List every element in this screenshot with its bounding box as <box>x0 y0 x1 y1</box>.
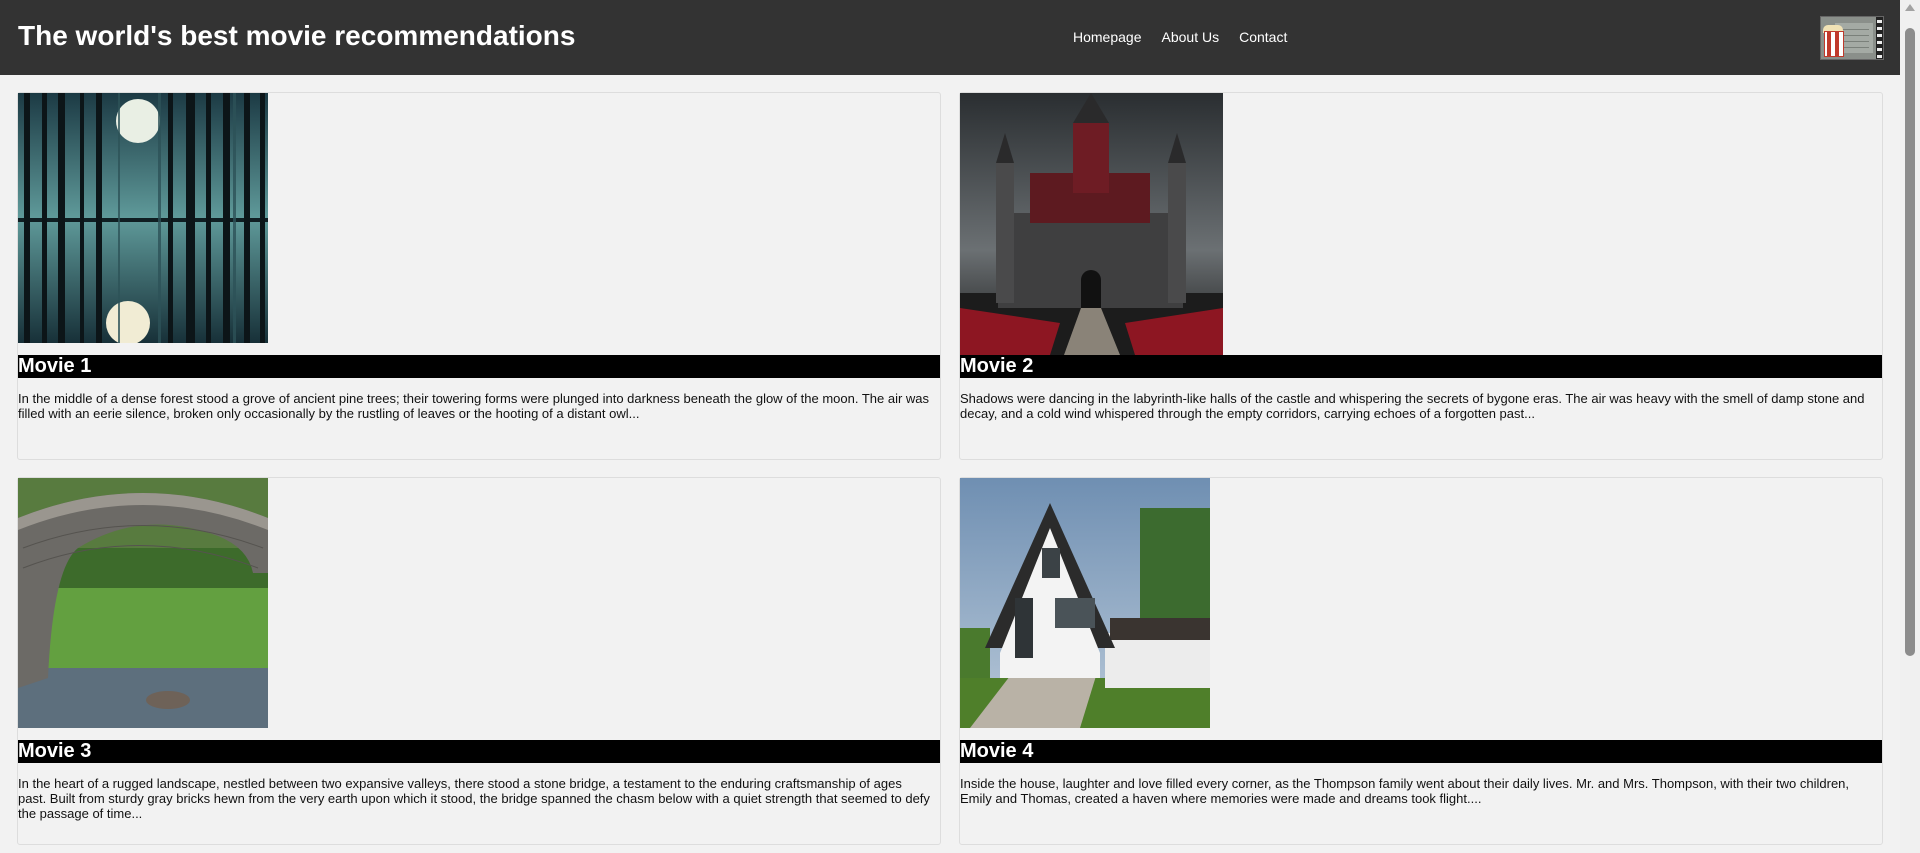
movie-title: Movie 1 <box>18 355 940 378</box>
movie-card[interactable]: Movie 3 In the heart of a rugged landsca… <box>17 477 941 845</box>
movie-card[interactable]: Movie 2 Shadows were dancing in the laby… <box>959 92 1883 460</box>
movie-card[interactable]: Movie 1 In the middle of a dense forest … <box>17 92 941 460</box>
movie-title: Movie 4 <box>960 740 1882 763</box>
movie-card[interactable]: Movie 4 Inside the house, laughter and l… <box>959 477 1883 845</box>
site-header: The world's best movie recommendations H… <box>0 0 1900 75</box>
movie-title: Movie 2 <box>960 355 1882 378</box>
popcorn-film-logo-icon[interactable] <box>1820 16 1884 60</box>
nav-homepage[interactable]: Homepage <box>1073 29 1142 45</box>
main-nav: Homepage About Us Contact <box>1073 29 1287 45</box>
scrollbar-thumb[interactable] <box>1905 28 1915 656</box>
modern-house-image <box>960 478 1210 728</box>
movie-description: Inside the house, laughter and love fill… <box>960 776 1850 806</box>
site-title: The world's best movie recommendations <box>18 20 576 51</box>
scroll-up-arrow-icon[interactable] <box>1905 4 1915 11</box>
dark-castle-image <box>960 93 1223 355</box>
nav-contact[interactable]: Contact <box>1239 29 1287 45</box>
vertical-scrollbar[interactable] <box>1900 0 1920 853</box>
movie-description: In the heart of a rugged landscape, nest… <box>18 776 930 821</box>
movie-description: Shadows were dancing in the labyrinth-li… <box>960 391 1865 421</box>
nav-about-us[interactable]: About Us <box>1162 29 1220 45</box>
movie-title: Movie 3 <box>18 740 940 763</box>
movie-description: In the middle of a dense forest stood a … <box>18 391 930 421</box>
stone-bridge-image <box>18 478 268 728</box>
forest-moon-image <box>18 93 268 343</box>
